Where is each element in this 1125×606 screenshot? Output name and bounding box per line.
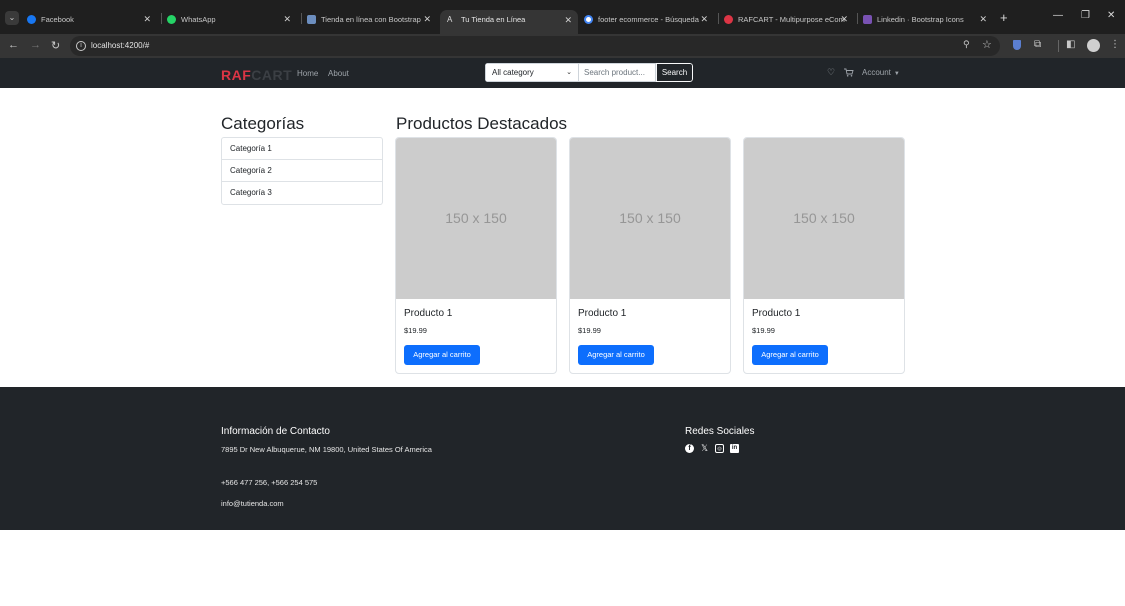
linkedin-icon[interactable]: in [730, 444, 739, 453]
bookmark-star-icon[interactable]: ☆ [982, 38, 992, 51]
product-price: $19.99 [404, 326, 427, 335]
product-price: $19.99 [578, 326, 601, 335]
tab-search-icon[interactable]: ⌄ [5, 11, 19, 25]
close-tab-icon[interactable]: ✕ [564, 15, 572, 26]
product-image-placeholder: 150 x 150 [396, 138, 556, 299]
search-input[interactable]: Search product... [578, 63, 656, 82]
product-card: 150 x 150 Producto 1 $19.99 Agregar al c… [569, 137, 731, 374]
social-links: f 𝕏 ◎ in [685, 444, 739, 453]
close-tab-icon[interactable]: ✕ [283, 14, 291, 25]
close-tab-icon[interactable]: ✕ [423, 14, 431, 25]
product-card: 150 x 150 Producto 1 $19.99 Agregar al c… [743, 137, 905, 374]
tab-google-search[interactable]: footer ecommerce - Búsqueda ✕ [584, 10, 714, 28]
forward-arrow-icon[interactable]: → [30, 39, 41, 51]
tab-divider [857, 13, 858, 24]
product-price: $19.99 [752, 326, 775, 335]
featured-products-heading: Productos Destacados [396, 114, 568, 133]
minimize-window-icon[interactable]: — [1053, 10, 1063, 21]
extension-shield-icon[interactable] [1013, 40, 1021, 50]
contact-heading: Información de Contacto [221, 426, 330, 437]
tab-divider [718, 13, 719, 24]
tab-divider [301, 13, 302, 24]
wishlist-heart-icon[interactable]: ♡ [827, 67, 835, 78]
cart-icon[interactable] [844, 68, 854, 77]
url-text[interactable]: localhost:4200/# [91, 41, 149, 50]
zoom-icon[interactable]: ⚲ [963, 39, 970, 50]
contact-phones: +566 477 256, +566 254 575 [221, 478, 318, 487]
chrome-menu-icon[interactable]: ⋮ [1110, 39, 1120, 50]
tab-tienda-bootstrap[interactable]: Tienda en línea con Bootstrap ✕ [307, 10, 437, 28]
extensions-puzzle-icon[interactable]: ⧉ [1034, 39, 1041, 50]
back-arrow-icon[interactable]: ← [8, 39, 19, 51]
x-twitter-icon[interactable]: 𝕏 [700, 444, 709, 453]
search-button[interactable]: Search [656, 63, 693, 82]
profile-avatar-icon[interactable] [1087, 39, 1100, 52]
product-image-placeholder: 150 x 150 [744, 138, 904, 299]
account-dropdown[interactable]: Account ▼ [862, 68, 900, 77]
close-tab-icon[interactable]: ✕ [840, 14, 848, 25]
search-form: All category ⌄ Search product... Search [485, 63, 693, 82]
restore-window-icon[interactable]: ❐ [1081, 10, 1090, 21]
categories-heading: Categorías [221, 114, 305, 133]
social-heading: Redes Sociales [685, 426, 755, 437]
google-favicon-icon [584, 14, 593, 24]
facebook-favicon-icon [27, 14, 36, 24]
toolbar-divider [1058, 40, 1059, 52]
product-image-placeholder: 150 x 150 [570, 138, 730, 299]
site-info-icon[interactable]: i [76, 41, 86, 51]
contact-address: 7895 Dr New Albuquerue, NM 19800, United… [221, 445, 432, 454]
category-item[interactable]: Categoría 1 [222, 138, 382, 160]
category-item[interactable]: Categoría 2 [222, 160, 382, 182]
reload-icon[interactable]: ↻ [51, 39, 60, 52]
chevron-down-icon: ⌄ [566, 69, 572, 76]
product-name: Producto 1 [752, 308, 801, 319]
tab-facebook[interactable]: Facebook ✕ [27, 10, 157, 28]
add-to-cart-button[interactable]: Agregar al carrito [404, 345, 480, 365]
rafcart-favicon-icon [724, 14, 733, 24]
brand-logo[interactable]: RAFCART [221, 67, 292, 83]
category-select[interactable]: All category ⌄ [485, 63, 578, 82]
address-bar[interactable]: i localhost:4200/# ⚲ ☆ [70, 36, 1000, 56]
tab-whatsapp[interactable]: WhatsApp ✕ [167, 10, 297, 28]
browser-toolbar: ← → ↻ i localhost:4200/# ⚲ ☆ ⧉ ◧ ⋮ [0, 34, 1125, 58]
contact-email[interactable]: info@tutienda.com [221, 498, 284, 509]
page-favicon-icon [307, 14, 316, 24]
site-navbar: RAFCART Home About All category ⌄ Search… [0, 58, 1125, 88]
whatsapp-favicon-icon [167, 14, 176, 24]
facebook-icon[interactable]: f [685, 444, 694, 453]
new-tab-icon[interactable]: + [1000, 10, 1008, 25]
nav-link-home[interactable]: Home [297, 69, 318, 78]
product-card: 150 x 150 Producto 1 $19.99 Agregar al c… [395, 137, 557, 374]
bootstrap-favicon-icon [863, 14, 872, 24]
close-tab-icon[interactable]: ✕ [979, 14, 987, 25]
product-name: Producto 1 [404, 308, 453, 319]
caret-down-icon: ▼ [893, 71, 900, 77]
browser-tab-strip: ⌄ Facebook ✕ WhatsApp ✕ Tienda en línea … [0, 0, 1125, 34]
add-to-cart-button[interactable]: Agregar al carrito [752, 345, 828, 365]
tab-tu-tienda-active[interactable]: A Tu Tienda en Línea ✕ [440, 10, 578, 34]
tab-bootstrap-icons[interactable]: Linkedin · Bootstrap Icons ✕ [863, 10, 993, 28]
close-tab-icon[interactable]: ✕ [143, 14, 151, 25]
instagram-icon[interactable]: ◎ [715, 444, 724, 453]
category-item[interactable]: Categoría 3 [222, 182, 382, 204]
add-to-cart-button[interactable]: Agregar al carrito [578, 345, 654, 365]
tab-rafcart[interactable]: RAFCART - Multipurpose eCom ✕ [724, 10, 854, 28]
close-tab-icon[interactable]: ✕ [700, 14, 708, 25]
tab-divider [161, 13, 162, 24]
site-footer: Información de Contacto 7895 Dr New Albu… [0, 387, 1125, 530]
nav-link-about[interactable]: About [328, 69, 349, 78]
product-name: Producto 1 [578, 308, 627, 319]
category-list: Categoría 1 Categoría 2 Categoría 3 [221, 137, 383, 205]
angular-favicon-icon: A [447, 14, 453, 24]
side-panel-icon[interactable]: ◧ [1066, 39, 1075, 50]
close-window-icon[interactable]: ✕ [1107, 10, 1115, 21]
